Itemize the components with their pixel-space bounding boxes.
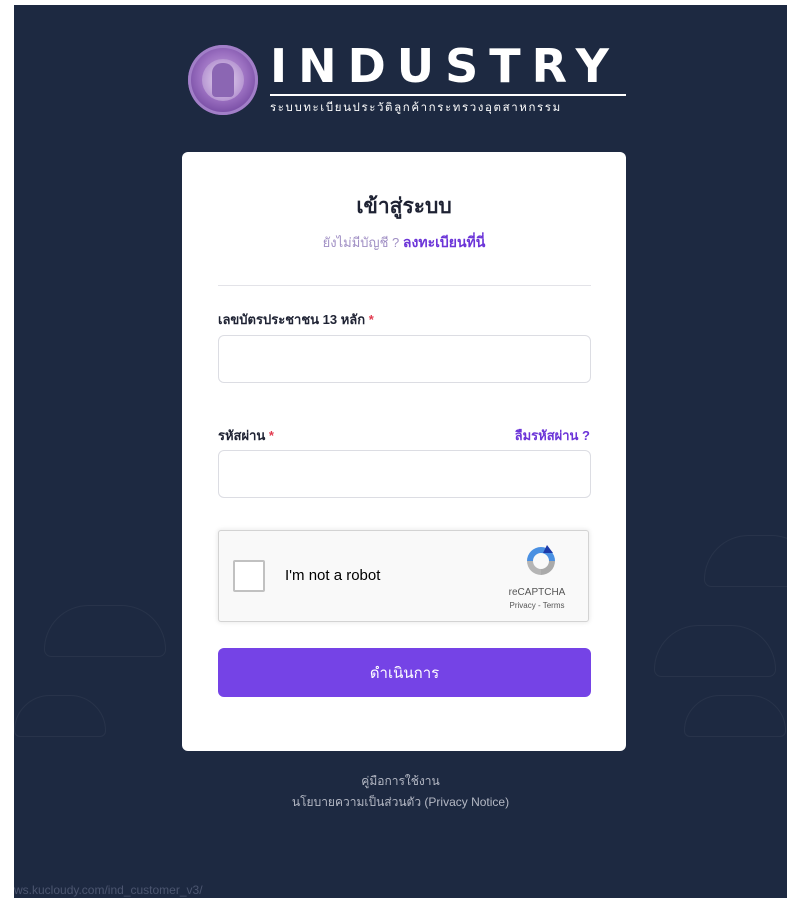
required-mark: * [368,312,374,327]
privacy-notice-link[interactable]: นโยบายความเป็นส่วนตัว (Privacy Notice) [14,793,787,812]
background-decoration [14,695,106,737]
brand-name: INDUSTRY [270,39,620,93]
id-card-label: เลขบัตรประชาชน 13 หลัก * [218,309,374,330]
recaptcha-logo-icon [527,545,555,575]
id-card-input[interactable] [218,335,591,383]
user-manual-link[interactable]: คู่มือการใช้งาน [14,772,787,791]
brand-subtitle: ระบบทะเบียนประวัติลูกค้ากระทรวงอุตสาหกรร… [270,102,562,114]
recaptcha-checkbox[interactable] [233,560,265,592]
submit-button[interactable]: ดำเนินการ [218,648,591,697]
background-decoration [654,625,776,677]
divider [218,285,591,286]
register-link[interactable]: ลงทะเบียนที่นี่ [403,234,485,250]
background-decoration [44,605,166,657]
status-bar-url: ws.kucloudy.com/ind_customer_v3/ [14,883,203,897]
recaptcha-label: I'm not a robot [285,567,381,584]
login-card: เข้าสู่ระบบ ยังไม่มีบัญชี ? ลงทะเบียนที่… [182,152,626,751]
ministry-seal-icon [188,45,258,115]
password-input[interactable] [218,450,591,498]
site-logo: INDUSTRY ระบบทะเบียนประวัติลูกค้ากระทรวง… [186,39,636,121]
id-card-label-text: เลขบัตรประชาชน 13 หลัก [218,312,366,327]
password-label-text: รหัสผ่าน [218,428,266,443]
recaptcha-privacy-terms[interactable]: Privacy - Terms [483,601,591,610]
no-account-text: ยังไม่มีบัญชี ? [322,235,400,250]
forgot-password-link[interactable]: ลืมรหัสผ่าน ? [515,425,590,446]
password-label: รหัสผ่าน * [218,425,274,446]
recaptcha-brand: reCAPTCHA [508,587,566,598]
background-decoration [704,535,787,587]
required-mark: * [268,428,274,443]
page-background: INDUSTRY ระบบทะเบียนประวัติลูกค้ากระทรวง… [14,5,787,898]
recaptcha-widget: I'm not a robot reCAPTCHA Privacy - Term… [218,530,589,622]
register-prompt: ยังไม่มีบัญชี ? ลงทะเบียนที่นี่ [182,232,626,254]
login-title: เข้าสู่ระบบ [356,195,452,218]
background-decoration [684,695,786,737]
brand-underline [270,94,626,96]
